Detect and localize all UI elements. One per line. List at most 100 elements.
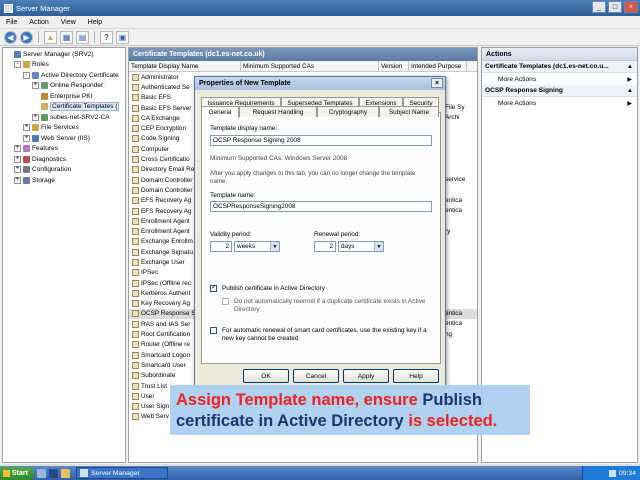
tab-subject-name[interactable]: Subject Name [379, 106, 439, 117]
expand-plus-icon[interactable]: + [23, 124, 30, 132]
template-row-label: Directory Email Re [141, 166, 195, 174]
intended-purpose-cell [445, 289, 478, 299]
menu-view[interactable]: View [61, 19, 76, 26]
powershell-quicklaunch-icon[interactable] [49, 468, 58, 478]
collapse-up-icon[interactable]: ▲ [627, 64, 633, 70]
minimize-button[interactable]: _ [592, 1, 606, 13]
dropdown-arrow-icon[interactable]: ▼ [270, 242, 279, 251]
window-titlebar[interactable]: Server Manager _ □ × [0, 0, 640, 16]
tab-general[interactable]: General [201, 106, 239, 118]
template-row-label: Basic EFS Server [141, 104, 192, 112]
taskbar: Start Server Manager 09:34 [0, 466, 640, 480]
tree-node[interactable]: + Configuration [3, 165, 125, 176]
certificate-template-icon [132, 83, 139, 91]
tree-node[interactable]: + Online Responder: [3, 81, 125, 92]
publish-in-ad-label[interactable]: Publish certificate in Active Directory [222, 285, 422, 293]
tree-node[interactable]: - Active Directory Certificate [3, 70, 125, 81]
export-list-icon[interactable]: ▤ [76, 30, 89, 44]
column-header-display-name[interactable]: Template Display Name [129, 61, 241, 71]
no-reenroll-checkbox[interactable] [222, 298, 229, 305]
validity-unit-select[interactable]: weeks ▼ [234, 241, 280, 252]
general-tab-panel: Template display name: OCSP Response Sig… [201, 112, 441, 364]
publish-in-ad-checkbox[interactable]: ✓ [210, 285, 217, 292]
up-folder-icon[interactable]: ▲ [44, 30, 57, 44]
clock: 09:34 [618, 469, 636, 477]
taskbar-server-manager[interactable]: Server Manager [76, 467, 168, 479]
tree-node[interactable]: Enterprise PKI [3, 91, 125, 102]
certificate-template-icon [132, 258, 139, 266]
template-row-label: Domain Controller [141, 186, 193, 194]
expand-plus-icon[interactable]: + [23, 134, 30, 142]
tree-node-icon [23, 176, 30, 184]
ok-button[interactable]: OK [243, 369, 289, 383]
tree-node[interactable]: Certificate Templates ( [3, 102, 125, 113]
cancel-button[interactable]: Cancel [293, 369, 339, 383]
collapse-up-icon[interactable]: ▲ [627, 88, 633, 94]
template-row-label: Web Serv [141, 413, 169, 421]
maximize-button[interactable]: □ [608, 1, 622, 13]
certificate-template-icon [132, 320, 139, 328]
tree-node[interactable]: Server Manager (SRV2) [3, 49, 125, 60]
forward-arrow-icon[interactable]: ▶ [20, 30, 33, 44]
console-icon[interactable]: ▣ [116, 30, 129, 44]
explorer-quicklaunch-icon[interactable] [61, 468, 70, 478]
tree-node[interactable]: + Web Server (IIS) [3, 133, 125, 144]
intended-purpose-cell [445, 258, 478, 268]
intended-purpose-cell: ng [445, 330, 453, 338]
dialog-titlebar[interactable]: Properties of New Template × [195, 77, 445, 90]
expand-plus-icon[interactable]: + [32, 82, 39, 90]
tree-node-label: subes-net-SRV2-CA [50, 113, 110, 121]
expand-plus-icon[interactable]: + [14, 176, 21, 184]
back-arrow-icon[interactable]: ◀ [4, 30, 17, 44]
template-row-label: CEP Encryption [141, 125, 186, 133]
intended-purpose-cell [445, 238, 478, 248]
actions-section-ocsp[interactable]: OCSP Response Signing ▲ [482, 85, 637, 97]
toolbar: ◀ ▶ ▲ ▦ ▤ ? ▣ [0, 29, 640, 46]
intended-purpose-cell [445, 300, 478, 310]
expand-plus-icon[interactable]: + [32, 113, 39, 121]
start-button[interactable]: Start [0, 466, 34, 480]
smartcard-renewal-label[interactable]: For automatic renewal of smart card cert… [222, 327, 434, 342]
tab-request-handling[interactable]: Request Handling [239, 106, 317, 117]
collapse-minus-icon[interactable]: - [14, 61, 21, 69]
column-header-version[interactable]: Version [379, 61, 409, 71]
menu-action[interactable]: Action [29, 19, 48, 26]
server-manager-quicklaunch-icon[interactable] [37, 468, 46, 478]
column-header-intended-purpose[interactable]: Intended Purpose [409, 61, 467, 71]
display-name-input[interactable]: OCSP Response Signing 2008 [210, 135, 432, 146]
show-hide-tree-icon[interactable]: ▦ [60, 30, 73, 44]
smartcard-renewal-checkbox[interactable] [210, 327, 217, 334]
tree-node[interactable]: + Storage [3, 175, 125, 186]
more-actions-ocsp[interactable]: More Actions ▶ [482, 97, 637, 109]
tree-node[interactable]: + subes-net-SRV2-CA [3, 112, 125, 123]
menu-file[interactable]: File [6, 19, 17, 26]
intended-purpose-cell: entica [445, 196, 463, 204]
template-name-input[interactable]: OCSPResponseSigning2008 [210, 201, 432, 212]
tab-cryptography[interactable]: Cryptography [317, 106, 379, 117]
no-reenroll-label[interactable]: Do not automatically reenroll if a dupli… [234, 298, 430, 313]
actions-section-templates[interactable]: Certificate Templates (dc1.es-net.co.u..… [482, 61, 637, 73]
apply-button[interactable]: Apply [343, 369, 389, 383]
tree-node[interactable]: + Diagnostics [3, 154, 125, 165]
close-button[interactable]: × [624, 1, 638, 13]
tree-node[interactable]: + File Services [3, 123, 125, 134]
dropdown-arrow-icon[interactable]: ▼ [374, 242, 383, 251]
expand-plus-icon[interactable]: + [14, 145, 21, 153]
validity-period-value[interactable]: 2 [210, 241, 232, 252]
renewal-unit-select[interactable]: days ▼ [338, 241, 384, 252]
help-button[interactable]: Help [393, 369, 439, 383]
more-actions-templates[interactable]: More Actions ▶ [482, 73, 637, 85]
tree-node[interactable]: - Roles [3, 60, 125, 71]
tree-node[interactable]: + Features [3, 144, 125, 155]
renewal-period-value[interactable]: 2 [314, 241, 336, 252]
menu-help[interactable]: Help [88, 19, 102, 26]
network-icon[interactable] [608, 469, 616, 477]
column-header-min-cas[interactable]: Minimum Supported CAs [241, 61, 379, 71]
dialog-close-button[interactable]: × [431, 78, 443, 88]
help-icon[interactable]: ? [100, 30, 113, 44]
certificate-template-icon [132, 300, 139, 308]
expand-plus-icon[interactable]: + [14, 155, 21, 163]
expand-plus-icon[interactable]: + [14, 166, 21, 174]
collapse-minus-icon[interactable]: - [23, 71, 30, 79]
submenu-arrow-icon: ▶ [627, 76, 632, 83]
